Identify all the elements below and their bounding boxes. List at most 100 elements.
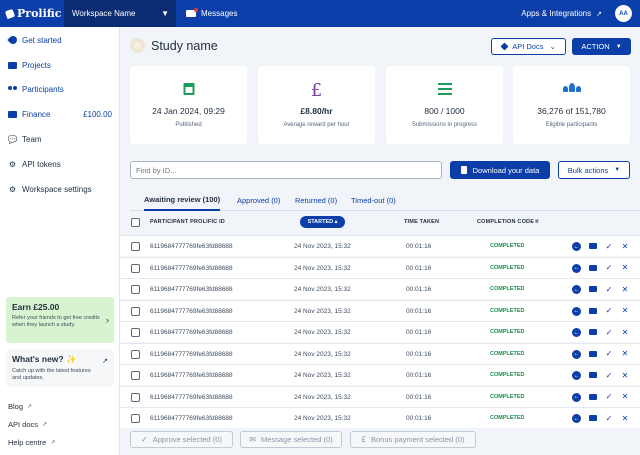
envelope-icon[interactable]	[588, 306, 598, 316]
participant-id[interactable]: 6119684777769fe63fd88688	[150, 329, 233, 336]
return-icon[interactable]: ←	[572, 328, 581, 337]
approve-check-icon[interactable]: ✓	[604, 413, 614, 423]
row-checkbox[interactable]	[131, 306, 140, 316]
participant-id[interactable]: 6119684777769fe63fd88688	[150, 394, 233, 401]
messages-link[interactable]: Messages	[186, 8, 237, 18]
row-checkbox[interactable]	[131, 263, 140, 273]
tab-timed-out[interactable]: Timed-out (0)	[351, 190, 396, 211]
return-icon[interactable]: ←	[572, 349, 581, 359]
envelope-icon[interactable]	[588, 284, 598, 294]
envelope-icon[interactable]	[588, 349, 598, 359]
sidebar-item-participants[interactable]: Participants	[0, 80, 120, 98]
earn-referral-card[interactable]: Earn £25.00 Refer your friends to get fr…	[6, 297, 114, 343]
completion-code: COMPLETED	[490, 393, 525, 400]
time-taken: 00:01:16	[406, 329, 432, 336]
participant-id[interactable]: 6119684777769fe63fd88688	[150, 308, 233, 315]
sidebar-item-team[interactable]: 💬 Team	[0, 130, 120, 148]
avatar[interactable]: AA	[615, 5, 632, 22]
reject-close-icon[interactable]: ✕	[620, 306, 630, 316]
approve-check-icon[interactable]: ✓	[604, 327, 614, 337]
approve-check-icon[interactable]: ✓	[604, 370, 614, 380]
approve-check-icon[interactable]: ✓	[604, 263, 614, 273]
participant-id[interactable]: 6119684777769fe63fd88688	[150, 415, 233, 422]
table-row[interactable]: 6119684777769fe63fd88688 24 Nov 2023, 15:…	[120, 235, 640, 256]
column-header-code[interactable]: COMPLETION CODE	[477, 219, 534, 225]
reject-close-icon[interactable]: ✕	[620, 413, 630, 423]
select-all-checkbox[interactable]	[131, 218, 140, 227]
tab-returned[interactable]: Returned (0)	[295, 190, 337, 211]
reject-close-icon[interactable]: ✕	[620, 327, 630, 337]
blog-link[interactable]: Blog ↗	[8, 402, 32, 411]
sidebar-item-projects[interactable]: Projects	[0, 56, 120, 74]
row-checkbox[interactable]	[131, 392, 140, 402]
return-icon[interactable]: ←	[572, 306, 581, 316]
table-row[interactable]: 6119684777769fe63fd88688 24 Nov 2023, 15:…	[120, 342, 640, 364]
return-icon[interactable]: ←	[572, 392, 581, 402]
row-checkbox[interactable]	[131, 285, 140, 294]
approve-check-icon[interactable]: ✓	[604, 349, 614, 359]
participant-id[interactable]: 6119684777769fe63fd88688	[150, 243, 233, 250]
row-checkbox[interactable]	[131, 414, 140, 423]
envelope-icon[interactable]	[588, 370, 598, 380]
return-icon[interactable]: ←	[572, 242, 581, 251]
return-icon[interactable]: ←	[572, 263, 581, 273]
table-row[interactable]: 6119684777769fe63fd88688 24 Nov 2023, 15:…	[120, 385, 640, 407]
approve-check-icon[interactable]: ✓	[604, 241, 614, 251]
column-header-started[interactable]: STARTED ▴	[300, 216, 345, 228]
action-button[interactable]: ACTION ▼	[572, 38, 631, 55]
table-row[interactable]: 6119684777769fe63fd88688 24 Nov 2023, 15:…	[120, 299, 640, 321]
envelope-icon[interactable]	[588, 327, 598, 337]
reject-close-icon[interactable]: ✕	[620, 349, 630, 359]
reject-close-icon[interactable]: ✕	[620, 370, 630, 380]
sidebar-item-get-started[interactable]: Get started	[0, 31, 120, 49]
api-docs-link[interactable]: API docs ↗	[8, 420, 47, 429]
approve-check-icon[interactable]: ✓	[604, 284, 614, 294]
api-docs-button[interactable]: API Docs ⌄	[491, 38, 566, 55]
approve-check-icon[interactable]: ✓	[604, 392, 614, 402]
sidebar-item-api-tokens[interactable]: ⚙ API tokens	[0, 155, 120, 173]
participant-id[interactable]: 6119684777769fe63fd88688	[150, 351, 233, 358]
table-row[interactable]: 6119684777769fe63fd88688 24 Nov 2023, 15:…	[120, 321, 640, 342]
row-checkbox[interactable]	[131, 349, 140, 359]
envelope-icon[interactable]	[588, 241, 598, 251]
approve-check-icon[interactable]: ✓	[604, 306, 614, 316]
participant-id[interactable]: 6119684777769fe63fd88688	[150, 286, 233, 293]
message-selected-button[interactable]: ✉ Message selected (0)	[240, 431, 342, 448]
filter-icon[interactable]: ⩸	[535, 219, 539, 226]
tab-awaiting-review[interactable]: Awaiting review (100)	[144, 190, 221, 211]
sidebar-item-finance[interactable]: Finance £100.00	[0, 105, 120, 123]
envelope-icon[interactable]	[588, 413, 598, 423]
participant-id[interactable]: 6119684777769fe63fd88688	[150, 265, 233, 272]
envelope-icon[interactable]	[588, 392, 598, 402]
prolific-logo[interactable]: Prolific	[0, 0, 64, 27]
search-input[interactable]	[130, 161, 442, 179]
apps-integrations-link[interactable]: Apps & Integrations ↗	[521, 0, 602, 27]
table-row[interactable]: 6119684777769fe63fd88688 24 Nov 2023, 15:…	[120, 407, 640, 428]
row-checkbox[interactable]	[131, 328, 140, 337]
reject-close-icon[interactable]: ✕	[620, 263, 630, 273]
column-header-time[interactable]: TIME TAKEN	[404, 219, 439, 225]
reject-close-icon[interactable]: ✕	[620, 392, 630, 402]
table-row[interactable]: 6119684777769fe63fd88688 24 Nov 2023, 15:…	[120, 364, 640, 385]
envelope-icon[interactable]	[588, 263, 598, 273]
participant-id[interactable]: 6119684777769fe63fd88688	[150, 372, 233, 379]
approve-selected-button[interactable]: ✓ Approve selected (0)	[130, 431, 233, 448]
tab-approved[interactable]: Approved (0)	[237, 190, 280, 211]
download-data-button[interactable]: Download your data	[450, 161, 550, 179]
table-row[interactable]: 6119684777769fe63fd88688 24 Nov 2023, 15:…	[120, 278, 640, 299]
workspace-selector[interactable]: Workspace Name ▼	[64, 0, 176, 27]
column-header-id[interactable]: PARTICIPANT PROLIFIC ID	[150, 219, 225, 225]
row-checkbox[interactable]	[131, 242, 140, 251]
sidebar-item-workspace-settings[interactable]: ⚙ Workspace settings	[0, 180, 120, 198]
help-centre-link[interactable]: Help centre ↗	[8, 438, 55, 447]
whats-new-card[interactable]: What's new? ✨ Catch up with the latest f…	[6, 349, 114, 387]
reject-close-icon[interactable]: ✕	[620, 241, 630, 251]
return-icon[interactable]: ←	[572, 414, 581, 423]
return-icon[interactable]: ←	[572, 285, 581, 294]
reject-close-icon[interactable]: ✕	[620, 284, 630, 294]
bonus-payment-button[interactable]: £ Bonus payment selected (0)	[350, 431, 476, 448]
table-row[interactable]: 6119684777769fe63fd88688 24 Nov 2023, 15:…	[120, 256, 640, 278]
bulk-actions-button[interactable]: Bulk actions ▼	[558, 161, 630, 179]
return-icon[interactable]: ←	[572, 371, 581, 380]
row-checkbox[interactable]	[131, 371, 140, 380]
